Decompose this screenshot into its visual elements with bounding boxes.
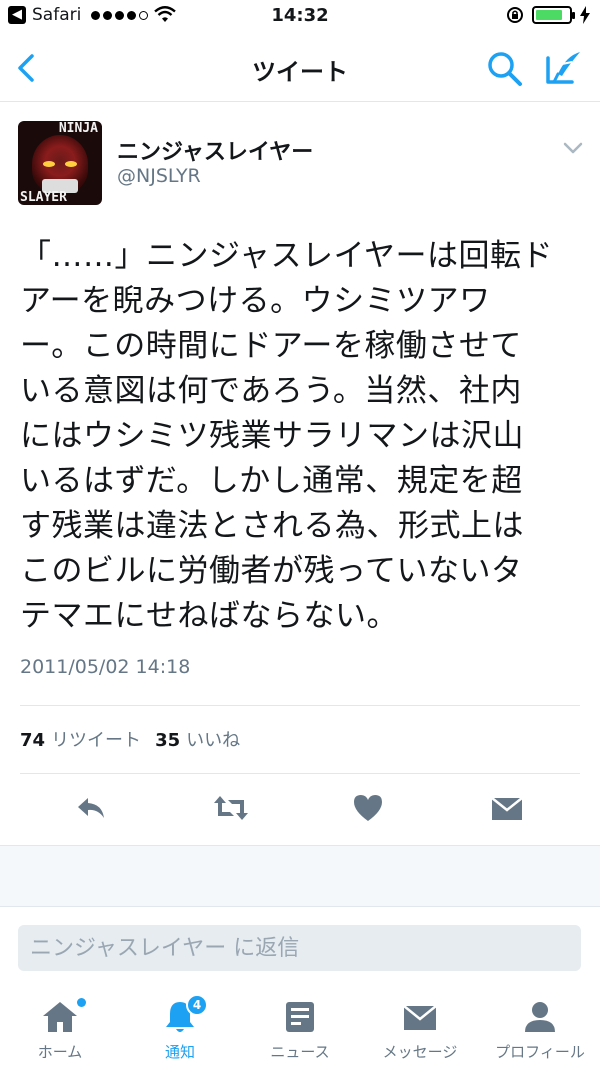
- tab-profile[interactable]: プロフィール: [480, 990, 600, 1066]
- home-icon: [43, 1002, 77, 1032]
- retweet-count[interactable]: 74: [20, 730, 45, 751]
- avatar-eye-left: [43, 161, 55, 167]
- search-icon[interactable]: [486, 50, 524, 88]
- charging-icon: [580, 6, 590, 24]
- reply-icon[interactable]: [74, 792, 108, 824]
- compose-tweet-icon[interactable]: [544, 48, 584, 88]
- news-icon: [286, 1002, 314, 1032]
- tab-home[interactable]: ホーム: [0, 990, 120, 1066]
- tweet-line: にはウシミツ残業サラリマンは沢山: [20, 418, 524, 454]
- like-count[interactable]: 35: [155, 730, 180, 751]
- divider: [20, 773, 580, 774]
- avatar-face-graphic: [32, 135, 88, 193]
- user-handle[interactable]: @NJSLYR: [117, 165, 201, 187]
- orientation-lock-icon: [507, 7, 523, 23]
- like-heart-icon[interactable]: [351, 792, 385, 824]
- like-label[interactable]: いいね: [186, 726, 240, 752]
- person-icon: [525, 1002, 555, 1032]
- tweet-text: 「……」ニンジャスレイヤーは回転ド アーを睨みつける。ウシミツアワ ー。この時間…: [20, 234, 586, 639]
- tweet-line: テマエにせねばならない。: [20, 598, 398, 634]
- avatar-text-top: NINJA: [58, 121, 98, 136]
- tab-label: ニュース: [270, 1043, 330, 1061]
- tab-notifications[interactable]: 4 通知: [120, 990, 240, 1066]
- tweet-timestamp: 2011/05/02 14:18: [20, 656, 191, 678]
- new-content-dot: [77, 998, 86, 1007]
- separator-band: [0, 845, 600, 907]
- tab-label: 通知: [164, 1043, 195, 1061]
- chevron-down-icon[interactable]: [562, 140, 584, 156]
- divider: [20, 705, 580, 706]
- tab-label: ホーム: [37, 1043, 83, 1061]
- avatar-text-bottom: SLAYER: [20, 190, 67, 205]
- tweet-line: アーを睨みつける。ウシミツアワ: [20, 283, 491, 319]
- retweet-label[interactable]: リツイート: [51, 726, 141, 752]
- tab-label: プロフィール: [495, 1043, 585, 1061]
- tweet-line: 「……」ニンジャスレイヤーは回転ド: [20, 238, 554, 274]
- retweet-icon[interactable]: [212, 792, 250, 824]
- notification-badge: 4: [186, 994, 208, 1016]
- tweet-line: ー。この時間にドアーを稼働させて: [20, 328, 522, 364]
- tab-label: メッセージ: [382, 1043, 458, 1061]
- battery-icon: [532, 6, 575, 24]
- battery-level: [536, 10, 562, 20]
- avatar[interactable]: NINJA SLAYER: [18, 121, 102, 205]
- nav-bar: ツイート: [0, 36, 600, 102]
- tweet-stats: 74 リツイート 35 いいね: [20, 726, 254, 752]
- direct-message-icon[interactable]: [490, 792, 524, 824]
- tweet-line: いる意図は何であろう。当然、社内: [20, 373, 522, 409]
- tab-bar: ホーム 4 通知 ニュース メッセージ プロフィール: [0, 990, 600, 1066]
- envelope-icon: [403, 1005, 437, 1030]
- display-name[interactable]: ニンジャスレイヤー: [117, 134, 313, 166]
- avatar-eye-right: [65, 161, 77, 167]
- tweet-line: いるはずだ。しかし通常、規定を超: [20, 463, 523, 499]
- status-right: [506, 6, 590, 24]
- tab-messages[interactable]: メッセージ: [360, 990, 480, 1066]
- reply-input[interactable]: [18, 925, 581, 971]
- tweet-line: す残業は違法とされる為、形式上は: [20, 508, 524, 544]
- tab-news[interactable]: ニュース: [240, 990, 360, 1066]
- status-bar: ◀ Safari 14:32: [0, 0, 600, 36]
- tweet-line: このビルに労働者が残っていないタ: [20, 553, 523, 589]
